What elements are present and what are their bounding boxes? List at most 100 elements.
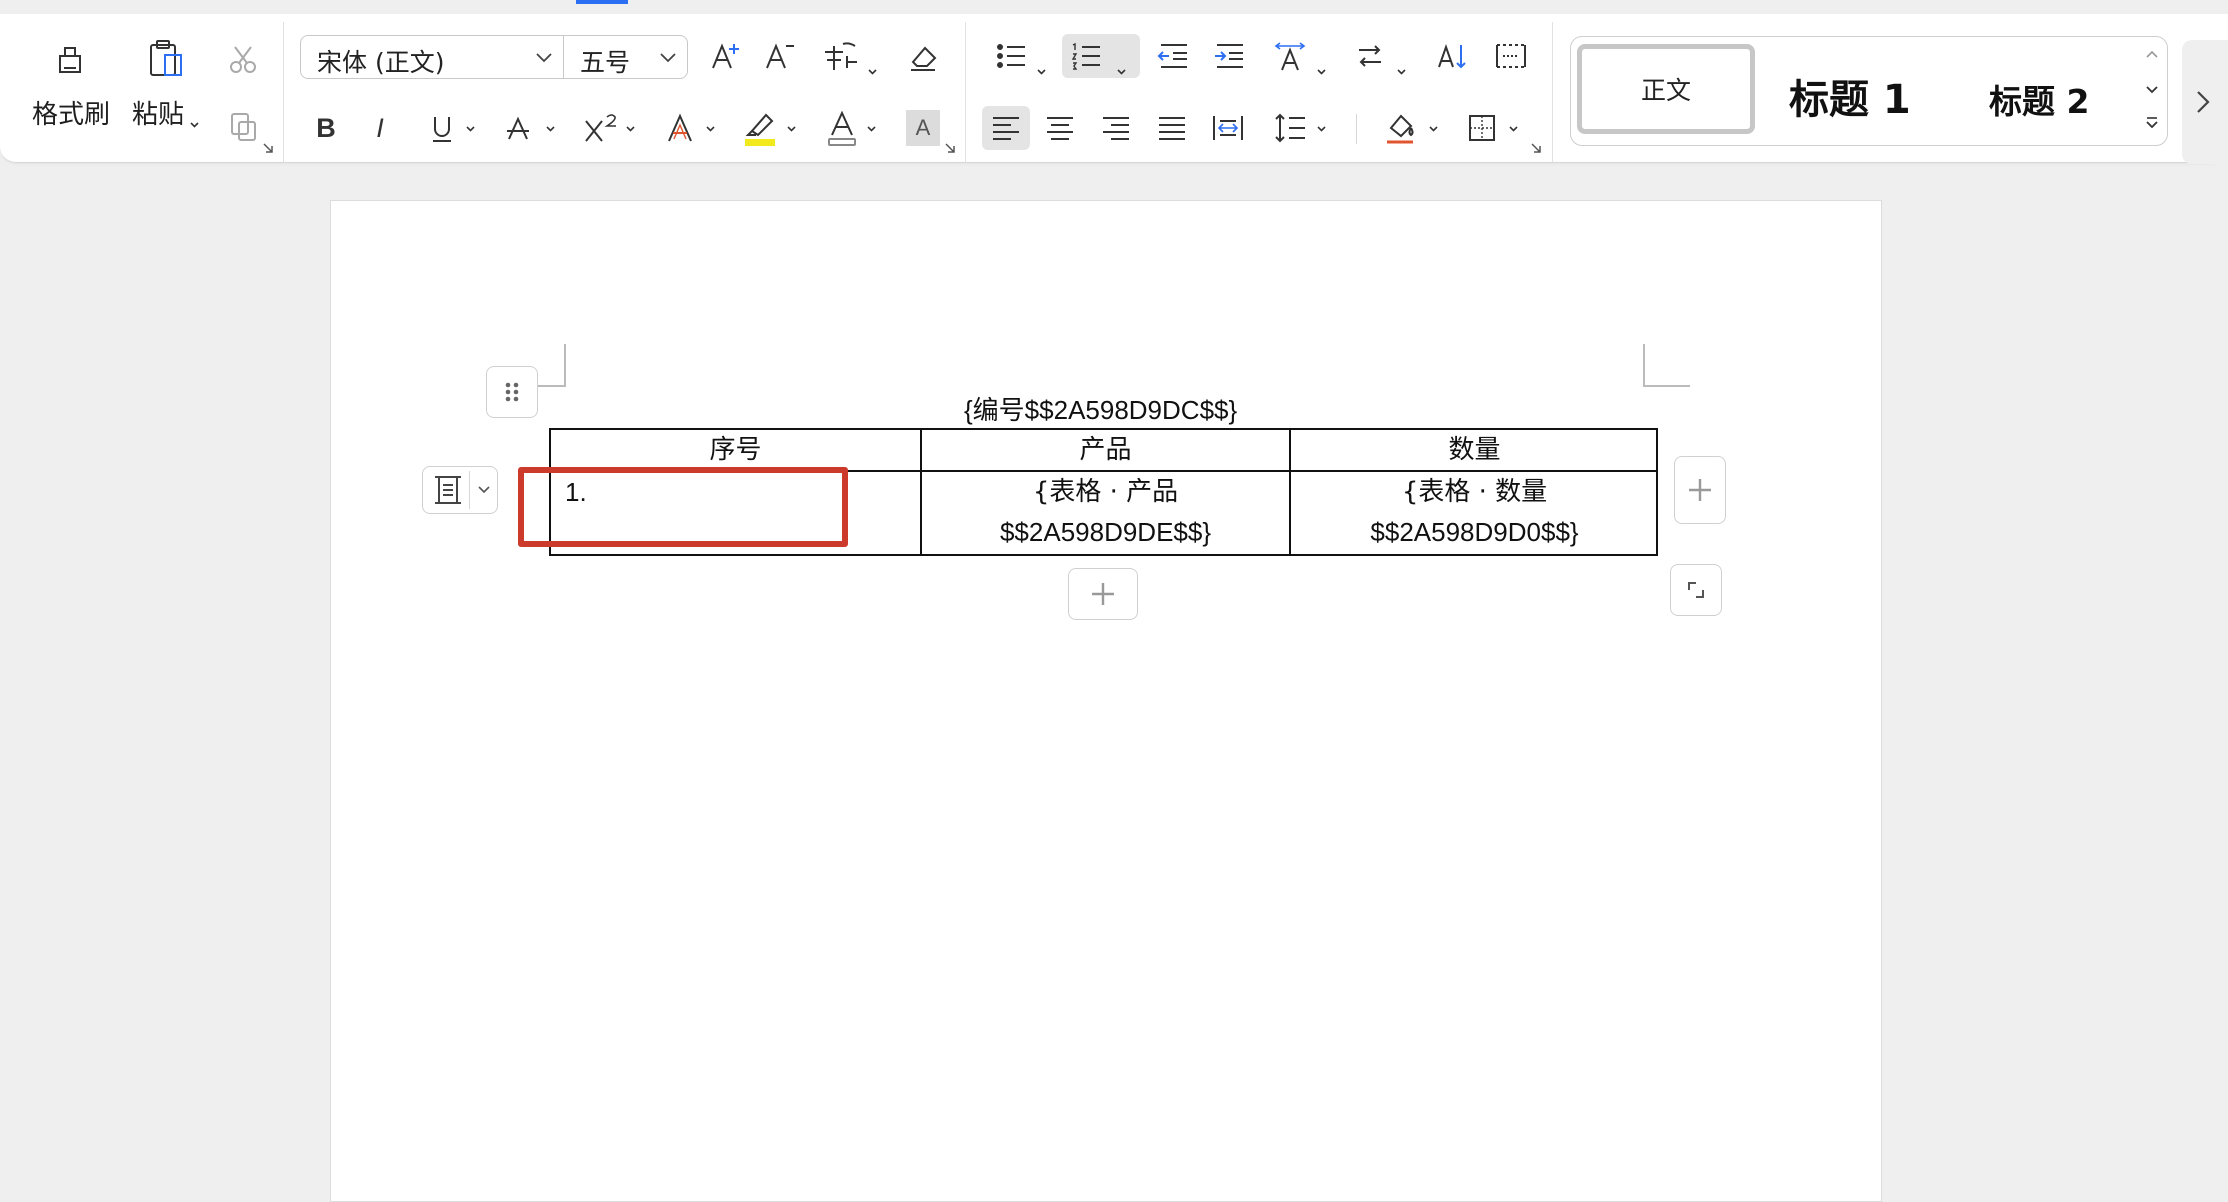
rtl-direction-button[interactable]	[1350, 36, 1390, 76]
line-spacing-button[interactable]	[1270, 108, 1310, 148]
text-effects-dropdown-caret[interactable]	[705, 123, 716, 134]
paste-dropdown-caret[interactable]	[189, 119, 200, 130]
shading-button[interactable]	[1380, 108, 1422, 148]
highlight-dropdown-caret[interactable]	[786, 123, 797, 134]
table-row-icon	[435, 476, 461, 504]
font-size-value: 五号	[580, 48, 631, 77]
distributed-align-button[interactable]	[1208, 108, 1248, 148]
superscript-dropdown-caret[interactable]	[625, 123, 636, 134]
gallery-scroll-down-icon[interactable]	[2145, 85, 2159, 95]
paste-button[interactable]	[136, 34, 196, 86]
table-resize-handle[interactable]	[1670, 564, 1722, 616]
shading-dropdown-caret[interactable]	[1428, 123, 1439, 134]
text-direction-icon	[1274, 42, 1306, 71]
cut-button[interactable]	[222, 38, 264, 80]
document-number-field[interactable]: {编号$$2A598D9DC$$}	[964, 390, 1237, 427]
font-name-select[interactable]: 宋体 (正文)	[300, 35, 564, 79]
italic-button[interactable]: I	[362, 108, 398, 148]
chevron-down-icon	[660, 53, 676, 63]
plus-icon	[1092, 583, 1114, 605]
copy-button[interactable]	[222, 106, 264, 148]
justify-button[interactable]	[1152, 108, 1192, 148]
resize-icon	[1688, 582, 1704, 598]
font-group-launcher-icon[interactable]	[944, 142, 956, 154]
add-row-button[interactable]	[1068, 568, 1138, 620]
character-shading-button[interactable]: A	[906, 110, 940, 146]
table-header-cell[interactable]: 序号	[551, 430, 920, 470]
character-shading-icon: A	[915, 115, 931, 140]
table-move-handle[interactable]	[486, 366, 538, 418]
phonetic-guide-dropdown-caret[interactable]	[867, 66, 878, 77]
eraser-icon	[911, 46, 937, 71]
separator	[469, 471, 470, 509]
table-header-cell[interactable]: 产品	[922, 430, 1289, 470]
numbered-list-button[interactable]	[1062, 34, 1140, 78]
style-normal-label: 正文	[1640, 76, 1691, 105]
align-center-button[interactable]	[1040, 108, 1080, 148]
highlight-color-button[interactable]	[740, 108, 780, 148]
row-tools-button[interactable]	[422, 466, 498, 514]
paste-label[interactable]: 粘贴	[132, 94, 184, 131]
sort-button[interactable]	[1432, 36, 1472, 76]
align-left-icon	[993, 117, 1019, 140]
separator	[965, 22, 966, 162]
selection-highlight-box	[518, 467, 848, 547]
phonetic-guide-button[interactable]	[818, 36, 864, 76]
underline-button[interactable]	[424, 108, 460, 148]
format-painter-button[interactable]	[30, 36, 110, 84]
clipboard-group-launcher-icon[interactable]	[262, 142, 274, 154]
distributed-align-icon	[1213, 116, 1243, 140]
decrease-font-icon	[766, 43, 794, 69]
bold-button[interactable]: B	[308, 108, 344, 148]
align-right-button[interactable]	[1096, 108, 1136, 148]
style-gallery: 正文 标题 1 标题 2	[1570, 36, 2168, 146]
rtl-direction-dropdown-caret[interactable]	[1396, 66, 1407, 77]
bullet-list-button[interactable]	[992, 36, 1032, 76]
bullet-list-dropdown-caret[interactable]	[1036, 66, 1047, 77]
table-cell-product-line1[interactable]: {表格 · 产品	[922, 472, 1289, 512]
gallery-expand-icon[interactable]	[2145, 115, 2159, 131]
text-effects-button[interactable]	[660, 108, 700, 148]
add-column-button[interactable]	[1674, 456, 1726, 524]
increase-font-size-button[interactable]	[706, 36, 746, 76]
font-color-dropdown-caret[interactable]	[866, 123, 877, 134]
show-hide-marks-button[interactable]	[1490, 36, 1532, 76]
paragraph-group-launcher-icon[interactable]	[1530, 142, 1542, 154]
decrease-indent-icon	[1157, 44, 1187, 68]
style-heading2-item[interactable]: 标题 2	[1989, 75, 2089, 123]
paragraph-marks-icon	[1496, 44, 1526, 68]
strikethrough-button[interactable]	[500, 108, 536, 148]
highlighter-icon	[745, 113, 775, 146]
text-direction-dropdown-caret[interactable]	[1316, 66, 1327, 77]
ribbon-scroll-right-button[interactable]	[2182, 40, 2228, 164]
increase-indent-button[interactable]	[1210, 36, 1250, 76]
align-right-icon	[1103, 117, 1129, 140]
style-normal-item[interactable]: 正文	[1577, 44, 1755, 134]
chevron-down-icon	[536, 53, 552, 63]
text-direction-button[interactable]	[1270, 36, 1310, 76]
gallery-scroll-up-icon[interactable]	[2145, 49, 2159, 59]
table-cell-quantity-line2[interactable]: $$2A598D9D0$$}	[1291, 512, 1658, 552]
clear-formatting-button[interactable]	[902, 36, 944, 76]
borders-dropdown-caret[interactable]	[1508, 123, 1519, 134]
borders-button[interactable]	[1462, 108, 1502, 148]
line-spacing-dropdown-caret[interactable]	[1316, 123, 1327, 134]
style-heading1-item[interactable]: 标题 1	[1789, 67, 1911, 125]
table-header-cell[interactable]: 数量	[1291, 430, 1658, 470]
table-cell-product-line2[interactable]: $$2A598D9DE$$}	[922, 512, 1289, 552]
font-size-select[interactable]: 五号	[563, 35, 688, 79]
copy-icon	[231, 113, 256, 141]
strikethrough-dropdown-caret[interactable]	[545, 123, 556, 134]
numbered-list-icon	[1071, 42, 1100, 70]
decrease-font-size-button[interactable]	[760, 36, 800, 76]
underline-icon	[433, 117, 451, 142]
align-left-button[interactable]	[982, 106, 1030, 150]
underline-dropdown-caret[interactable]	[465, 123, 476, 134]
superscript-button[interactable]	[580, 108, 624, 148]
bullet-list-icon	[997, 44, 1025, 68]
decrease-indent-button[interactable]	[1154, 36, 1194, 76]
font-color-button[interactable]	[822, 108, 862, 148]
superscript-icon	[585, 114, 616, 142]
numbered-list-dropdown-caret[interactable]	[1116, 66, 1127, 77]
table-cell-quantity-line1[interactable]: {表格 · 数量	[1291, 472, 1658, 512]
